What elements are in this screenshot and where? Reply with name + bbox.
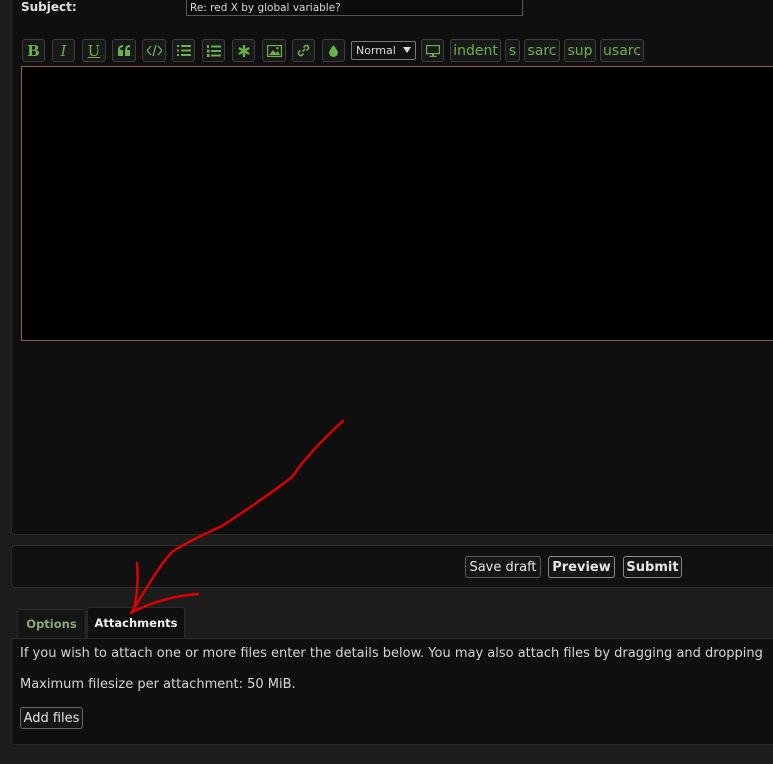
- ordered-list-icon: [206, 44, 221, 57]
- add-files-button[interactable]: Add files: [20, 707, 83, 729]
- asterisk-icon: [238, 44, 250, 57]
- submit-button[interactable]: Submit: [623, 556, 682, 578]
- sarc-button[interactable]: sarc: [524, 39, 560, 62]
- italic-button[interactable]: I: [52, 39, 75, 62]
- underline-button-label: U: [87, 41, 101, 60]
- color-button[interactable]: [322, 39, 345, 62]
- attachments-instructions: If you wish to attach one or more files …: [20, 646, 763, 661]
- bold-button[interactable]: B: [22, 39, 45, 62]
- tab-attachments[interactable]: Attachments: [87, 607, 185, 638]
- preview-button[interactable]: Preview: [548, 556, 615, 578]
- code-icon: [146, 45, 162, 56]
- link-button[interactable]: [292, 39, 315, 62]
- usarc-button[interactable]: usarc: [600, 39, 644, 62]
- subject-label: Subject:: [21, 0, 77, 14]
- image-icon: [266, 44, 282, 57]
- monitor-button[interactable]: [421, 39, 444, 62]
- save-draft-button[interactable]: Save draft: [465, 556, 541, 578]
- image-button[interactable]: [262, 39, 286, 62]
- font-size-select[interactable]: Normal: [351, 41, 416, 60]
- indent-button[interactable]: indent: [450, 39, 501, 62]
- sarc-button-label: sarc: [527, 42, 557, 59]
- font-size-selected: Normal: [356, 44, 396, 57]
- color-drop-icon: [329, 44, 338, 57]
- s-button[interactable]: s: [505, 39, 520, 62]
- italic-button-label: I: [60, 41, 67, 60]
- tab-options[interactable]: Options: [17, 609, 86, 638]
- subject-input[interactable]: Re: red X by global variable?: [186, 0, 523, 16]
- ordered-list-button[interactable]: [202, 39, 225, 62]
- list-button[interactable]: [172, 39, 195, 62]
- underline-button[interactable]: U: [82, 39, 106, 62]
- code-button[interactable]: [142, 39, 166, 62]
- max-filesize-text: Maximum filesize per attachment: 50 MiB.: [20, 677, 296, 692]
- link-icon: [297, 44, 310, 57]
- indent-button-label: indent: [453, 42, 498, 59]
- message-textarea[interactable]: [21, 66, 773, 341]
- posting-form-page: Subject: Re: red X by global variable? B…: [0, 0, 773, 764]
- usarc-button-label: usarc: [603, 42, 641, 59]
- chevron-down-icon: [403, 47, 411, 53]
- list-icon: [176, 45, 191, 56]
- s-button-label: s: [508, 42, 517, 59]
- sup-button-label: sup: [567, 42, 593, 59]
- quote-icon: [117, 45, 130, 56]
- bold-button-label: B: [27, 41, 40, 60]
- sup-button[interactable]: sup: [564, 39, 596, 62]
- monitor-icon: [425, 44, 440, 57]
- asterisk-button[interactable]: [232, 39, 255, 62]
- quote-button[interactable]: [112, 39, 136, 62]
